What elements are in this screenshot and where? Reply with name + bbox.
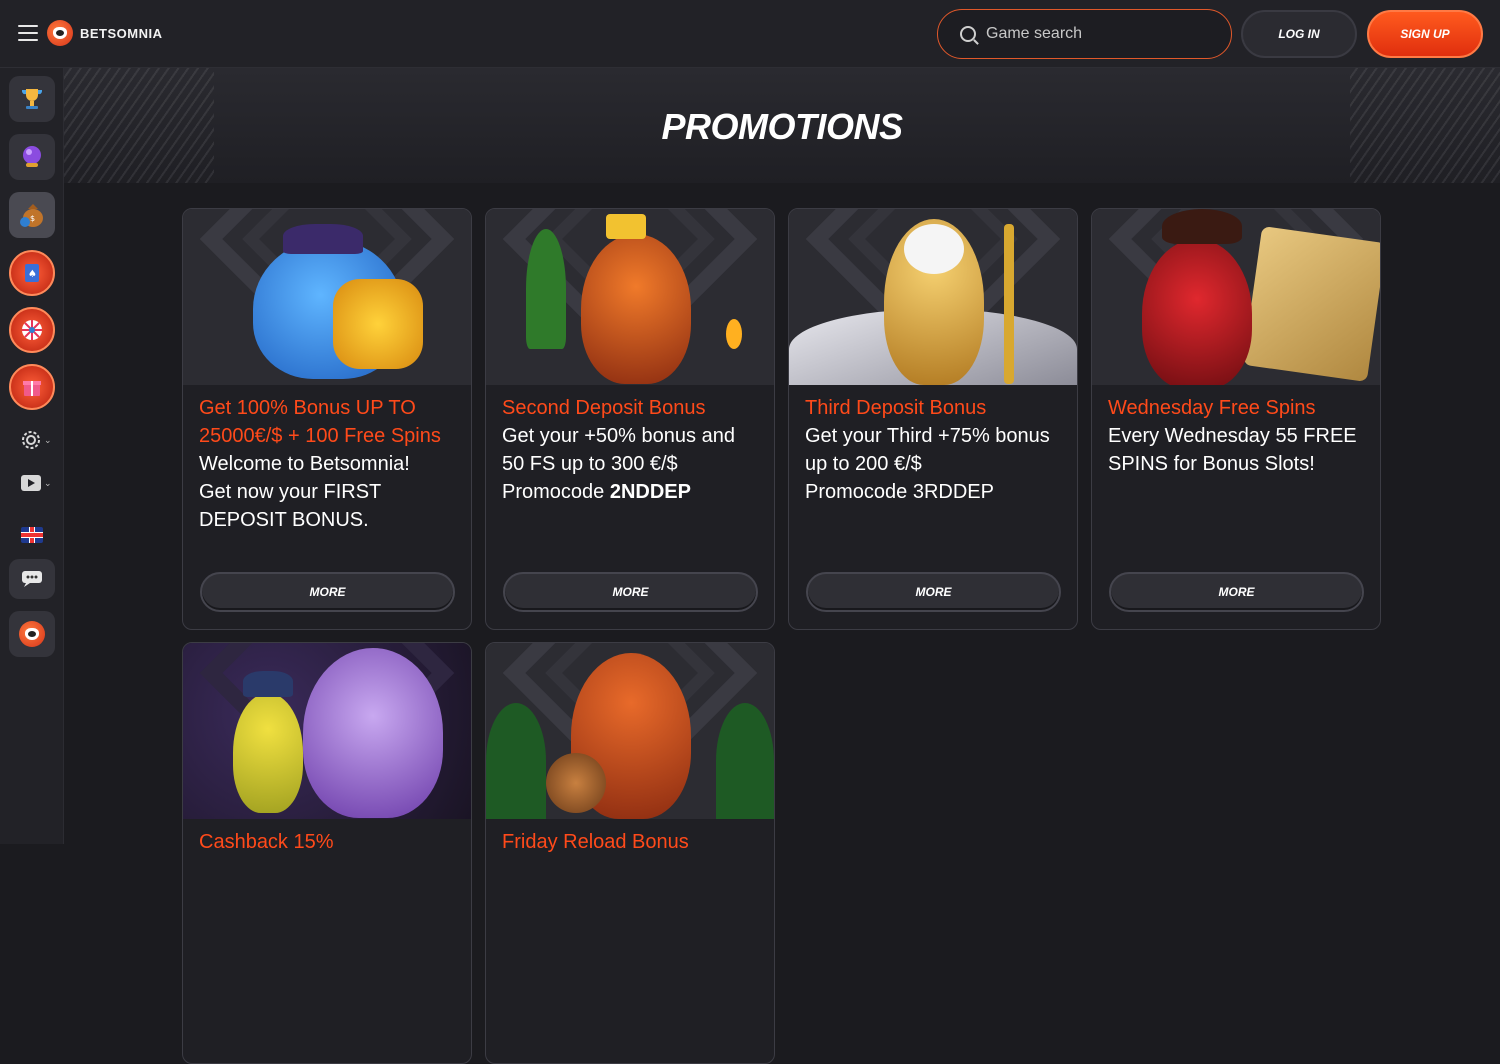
search-icon	[960, 26, 976, 42]
login-button[interactable]: LOG IN	[1241, 10, 1357, 58]
menu-icon[interactable]	[18, 25, 38, 43]
fortune-wheel-icon	[22, 320, 42, 340]
promo-title: Third Deposit Bonus	[805, 397, 987, 419]
gear-icon	[22, 431, 40, 449]
promo-image-pirate[interactable]	[1092, 209, 1380, 385]
chat-icon	[22, 571, 42, 587]
promo-card: Wednesday Free Spins Every Wednesday 55 …	[1091, 208, 1381, 630]
promo-description: Every Wednesday 55 FREE SPINS for Bonus …	[1108, 425, 1357, 475]
promo-title: Friday Reload Bonus	[502, 831, 689, 853]
logo-icon	[47, 20, 73, 46]
sidebar-item-tournaments[interactable]	[9, 76, 55, 122]
promo-card: Cashback 15%	[182, 642, 472, 1064]
gift-icon	[23, 381, 41, 396]
brand-logo[interactable]: BETSOMNIA	[47, 20, 163, 46]
more-button[interactable]: MORE	[1109, 572, 1364, 612]
promo-title: Cashback 15%	[199, 831, 334, 853]
money-bag-icon: $	[20, 204, 43, 227]
promo-image-zeus[interactable]	[789, 209, 1077, 385]
chevron-down-icon: ⌄	[44, 477, 52, 488]
more-button[interactable]: MORE	[503, 572, 758, 612]
more-button[interactable]: MORE	[806, 572, 1061, 612]
chevron-down-icon: ⌄	[44, 434, 52, 445]
sidebar-item-bonus-bag[interactable]: $	[9, 192, 55, 238]
top-bar: BETSOMNIA LOG IN SIGN UP	[0, 0, 1500, 68]
promo-card: Friday Reload Bonus	[485, 642, 775, 1064]
more-button[interactable]: MORE	[200, 572, 455, 612]
promo-description: Get your +50% bonus and 50 FS up to 300 …	[502, 425, 735, 503]
sidebar: $ ♠ ⌄ ⌄	[0, 68, 64, 844]
crystal-ball-icon	[23, 146, 41, 167]
promo-description: Get your Third +75% bonus up to 200 €/$ …	[805, 425, 1050, 503]
promo-image-viking[interactable]	[486, 643, 774, 819]
main-content: PROMOTIONS Get 100% Bonus UP TO 25000€/$…	[64, 68, 1500, 1064]
sidebar-item-gifts[interactable]	[9, 364, 55, 410]
uk-flag-icon	[21, 527, 43, 543]
promo-card: Second Deposit Bonus Get your +50% bonus…	[485, 208, 775, 630]
promo-image-monster[interactable]	[183, 643, 471, 819]
search-box[interactable]	[937, 9, 1232, 59]
poker-chip-icon: ♠	[25, 264, 39, 282]
promo-image-gorilla[interactable]	[486, 209, 774, 385]
promo-title: Get 100% Bonus UP TO 25000€/$ + 100 Free…	[199, 397, 441, 447]
svg-text:$: $	[30, 214, 35, 223]
sidebar-item-language[interactable]	[21, 523, 55, 547]
sidebar-item-wheel[interactable]	[9, 307, 55, 353]
sidebar-item-brand[interactable]	[9, 611, 55, 657]
promo-card: Third Deposit Bonus Get your Third +75% …	[788, 208, 1078, 630]
search-input[interactable]	[986, 25, 1206, 43]
logo-icon	[19, 621, 45, 647]
sidebar-item-video[interactable]: ⌄	[20, 471, 54, 495]
page-hero: PROMOTIONS	[64, 68, 1500, 183]
play-icon	[21, 475, 41, 491]
svg-text:♠: ♠	[28, 269, 37, 280]
page-title: PROMOTIONS	[661, 106, 903, 147]
trophy-icon	[21, 89, 43, 109]
brand-name: BETSOMNIA	[80, 25, 163, 41]
promo-title: Second Deposit Bonus	[502, 397, 706, 419]
sidebar-item-live-casino[interactable]	[9, 134, 55, 180]
sidebar-item-poker[interactable]: ♠	[9, 250, 55, 296]
sidebar-item-chat[interactable]	[9, 559, 55, 599]
sidebar-item-settings[interactable]: ⌄	[20, 428, 54, 452]
promo-image-shark[interactable]	[183, 209, 471, 385]
promo-card: Get 100% Bonus UP TO 25000€/$ + 100 Free…	[182, 208, 472, 630]
promo-title: Wednesday Free Spins	[1108, 397, 1316, 419]
promo-description: Welcome to Betsomnia! Get now your FIRST…	[199, 453, 410, 531]
signup-button[interactable]: SIGN UP	[1367, 10, 1483, 58]
